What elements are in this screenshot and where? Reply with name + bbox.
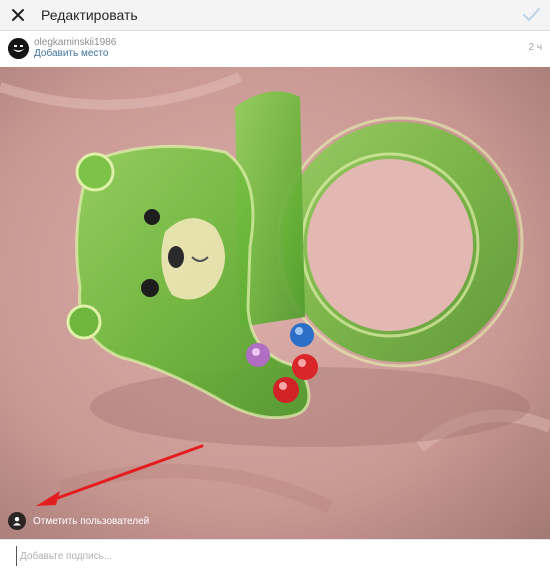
- caption-area: [0, 539, 550, 571]
- post-time: 2 ч: [528, 42, 542, 53]
- add-location-link[interactable]: Добавить место: [34, 48, 108, 59]
- post-header: olegkaminskii1986 Добавить место 2 ч: [0, 31, 550, 67]
- confirm-button[interactable]: [520, 5, 542, 25]
- user-icon: [8, 512, 26, 530]
- close-icon: [12, 9, 24, 21]
- tag-users-label: Отметить пользователей: [33, 515, 150, 527]
- caption-input[interactable]: [16, 546, 536, 566]
- checkmark-icon: [523, 8, 540, 21]
- username[interactable]: olegkaminskii1986: [34, 37, 116, 48]
- avatar[interactable]: [8, 38, 29, 59]
- page-title: Редактировать: [41, 7, 138, 23]
- post-photo[interactable]: [0, 67, 550, 539]
- top-bar: Редактировать: [0, 0, 550, 31]
- close-button[interactable]: [8, 5, 28, 25]
- tag-users-button[interactable]: Отметить пользователей: [8, 512, 149, 530]
